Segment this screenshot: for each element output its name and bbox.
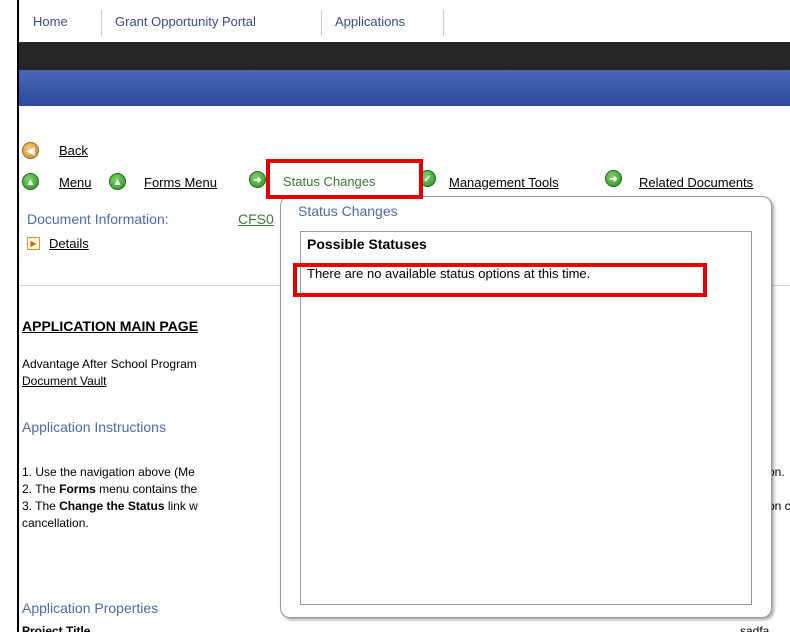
nav-separator (443, 10, 444, 36)
nav-separator (101, 10, 102, 36)
document-id-link[interactable]: CFS0 (238, 211, 274, 227)
forms-menu-icon[interactable]: ▲ (109, 173, 126, 190)
header-dark-bar (19, 42, 790, 70)
related-documents-arrow-icon[interactable]: ➜ (605, 170, 622, 187)
document-vault-link[interactable]: Document Vault (22, 374, 107, 388)
project-title-value: sadfa (740, 624, 770, 632)
management-tools-link[interactable]: Management Tools (449, 175, 559, 190)
nav-applications[interactable]: Applications (335, 14, 405, 29)
header-blue-bar (19, 70, 790, 106)
page-frame: Home Grant Opportunity Portal Applicatio… (17, 0, 790, 632)
back-link[interactable]: Back (59, 143, 88, 158)
project-title-label: Project Title (22, 624, 91, 632)
document-information-label: Document Information: (27, 211, 169, 227)
details-link[interactable]: Details (49, 236, 89, 251)
application-instructions-title: Application Instructions (22, 419, 166, 435)
application-properties-title: Application Properties (22, 600, 159, 616)
top-navigation: Home Grant Opportunity Portal Applicatio… (19, 0, 790, 43)
status-changes-highlight (266, 159, 423, 199)
nav-grant-opportunity-portal[interactable]: Grant Opportunity Portal (115, 14, 256, 29)
no-status-message-highlight (293, 263, 707, 297)
back-arrow-icon[interactable]: ◀ (22, 142, 39, 159)
instruction-1: 1. Use the navigation above (Me (22, 465, 195, 479)
nav-home[interactable]: Home (33, 14, 68, 29)
menu-link[interactable]: Menu (59, 175, 92, 190)
nav-separator (321, 10, 322, 36)
page-title: APPLICATION MAIN PAGE (22, 318, 199, 334)
popup-title: Status Changes (298, 203, 398, 219)
expand-arrow-icon[interactable]: ▶ (27, 237, 40, 250)
instruction-3-continued: cancellation. (22, 516, 89, 530)
related-documents-link[interactable]: Related Documents (639, 175, 753, 190)
status-changes-arrow-icon[interactable]: ➜ (249, 171, 266, 188)
instruction-3: 3. The Change the Status link w (22, 499, 198, 513)
forms-menu-link[interactable]: Forms Menu (144, 175, 217, 190)
possible-statuses-header: Possible Statuses (307, 236, 427, 252)
instruction-2: 2. The Forms menu contains the (22, 482, 198, 496)
status-changes-popup: Status Changes Possible Statuses There a… (280, 196, 772, 618)
program-name: Advantage After School Program (22, 357, 197, 371)
menu-icon[interactable]: ▲ (22, 173, 39, 190)
